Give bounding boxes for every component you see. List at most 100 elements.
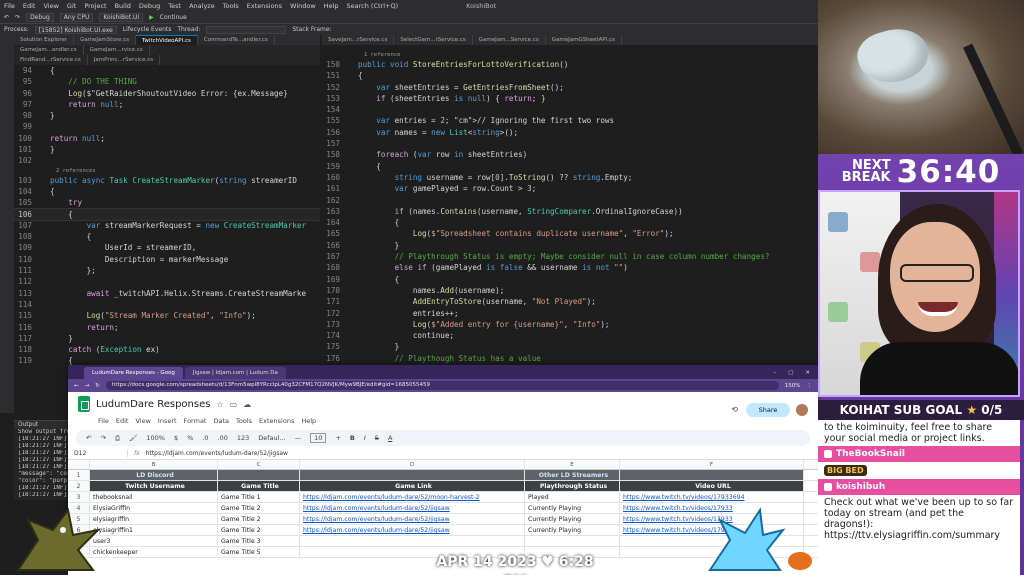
code-line[interactable]: 152 var sheetEntries = GetEntriesFromShe… (322, 82, 818, 93)
strikethrough-button[interactable]: S (375, 434, 379, 442)
startup-project-dropdown[interactable]: KoishiBot.UI (99, 12, 144, 22)
code-line[interactable]: 166 } (322, 240, 818, 251)
cell[interactable] (218, 470, 300, 480)
ide-menu-item[interactable]: Window (290, 2, 316, 10)
fold-gutter[interactable] (38, 65, 50, 76)
fold-gutter[interactable] (38, 99, 50, 110)
fold-gutter[interactable] (346, 70, 358, 81)
code-line[interactable]: 118 catch (Exception ex) (14, 344, 320, 355)
thread-dropdown[interactable] (206, 25, 287, 34)
cell[interactable] (300, 470, 525, 480)
cell[interactable]: Game Title 2 (218, 525, 300, 535)
font-size-decrease-button[interactable]: — (295, 434, 302, 442)
editor-tab[interactable]: GameJam...Service.cs (473, 35, 546, 45)
editor-tab[interactable]: GameJam...andler.cs (14, 45, 84, 55)
cell[interactable]: Game Title 3 (218, 536, 300, 546)
cell[interactable]: elysiagriffin (90, 514, 218, 524)
ide-menu-item[interactable]: Project (84, 2, 106, 10)
code-line[interactable]: 160 string username = row[0].ToString() … (322, 172, 818, 183)
code-line[interactable]: 108 { (14, 231, 320, 242)
cell[interactable]: Currently Playing (525, 514, 620, 524)
cell[interactable] (525, 536, 620, 546)
code-line[interactable]: 101} (14, 144, 320, 155)
editor-tab[interactable]: GameJamGSheetAPI.cs (546, 35, 622, 45)
code-line[interactable]: 175 } (322, 341, 818, 352)
sheet-menu-item[interactable]: View (135, 416, 150, 428)
fold-gutter[interactable] (38, 155, 50, 166)
config-dropdown[interactable]: Debug (26, 12, 54, 22)
cell[interactable]: https://ldjam.com/events/ludum-dare/52/j… (300, 514, 525, 524)
cell[interactable]: elysiagriffin1 (90, 525, 218, 535)
fold-gutter[interactable] (38, 197, 50, 208)
code-line[interactable]: 110 Description = markerMessage (14, 254, 320, 265)
text-color-button[interactable]: A (388, 434, 392, 442)
code-line[interactable]: 157 (322, 138, 818, 149)
cell[interactable]: Twitch Username (90, 481, 218, 491)
maximize-icon[interactable]: ▢ (788, 367, 793, 379)
code-line[interactable]: 96 Log($"GetRaiderShoutoutVideo Error: {… (14, 88, 320, 99)
fold-gutter[interactable] (38, 322, 50, 333)
cell[interactable]: Currently Playing (525, 525, 620, 535)
code-line[interactable]: 171 AddEntryToStore(username, "Not Playe… (322, 296, 818, 307)
google-sheets-icon[interactable] (78, 396, 90, 412)
fold-gutter[interactable] (346, 149, 358, 160)
code-line[interactable]: 100 return null; (14, 133, 320, 144)
fold-gutter[interactable] (38, 265, 50, 276)
menu-dots-icon[interactable]: ⋮ (807, 383, 813, 389)
code-line[interactable]: 115 Log("Stream Marker Created", "Info")… (14, 310, 320, 321)
print-icon[interactable]: ⎙ (115, 434, 120, 443)
code-line[interactable]: 165 Log($"Spreadsheet contains duplicate… (322, 228, 818, 239)
ide-menu-item[interactable]: Tools (223, 2, 239, 10)
code-line[interactable]: 113 await _twitchAPI.Helix.Streams.Creat… (14, 288, 320, 299)
column-header-b[interactable]: B (90, 460, 218, 469)
cell[interactable]: https://ldjam.com/events/ludum-dare/52/m… (300, 492, 525, 502)
cell[interactable]: user3 (90, 536, 218, 546)
fold-gutter[interactable] (38, 310, 50, 321)
code-line[interactable]: 167 // Playthrough Status is empty; Mayb… (322, 251, 818, 262)
font-size-increase-button[interactable]: + (335, 434, 340, 442)
ide-menu-item[interactable]: Build (115, 2, 131, 10)
code-line[interactable]: 111 }; (14, 265, 320, 276)
fold-gutter[interactable] (346, 285, 358, 296)
fold-gutter[interactable] (38, 288, 50, 299)
fold-gutter[interactable] (346, 262, 358, 273)
left-code-editor[interactable]: 94{95 // DO THE THING 96 Log($"GetRaiderS… (14, 65, 320, 413)
fold-gutter[interactable] (38, 276, 50, 287)
code-line[interactable]: 112 (14, 276, 320, 287)
row-header[interactable]: 1 (68, 470, 90, 480)
redo-icon[interactable]: ↷ (15, 14, 20, 21)
fold-gutter[interactable] (346, 138, 358, 149)
ide-menu-item[interactable]: File (4, 2, 15, 10)
redo-icon[interactable]: ↷ (100, 434, 105, 442)
code-line[interactable]: 95 // DO THE THING (14, 76, 320, 87)
fold-gutter[interactable] (346, 308, 358, 319)
column-header-c[interactable]: C (218, 460, 300, 469)
ide-menu-item[interactable]: Help (324, 2, 339, 10)
code-line[interactable]: 109 UserId = streamerID, (14, 242, 320, 253)
move-folder-icon[interactable]: ▭ (230, 400, 238, 409)
zoom-dropdown[interactable]: 100% (146, 434, 165, 442)
font-size-input[interactable]: 10 (310, 433, 327, 443)
editor-tab[interactable]: Solution Explorer (14, 35, 75, 45)
lifecycle-events-button[interactable]: Lifecycle Events (123, 26, 172, 33)
cell[interactable]: Game Link (300, 481, 525, 491)
percent-button[interactable]: % (187, 434, 193, 442)
fold-gutter[interactable] (346, 330, 358, 341)
code-line[interactable]: 150 public void StoreEntriesForLottoVerif… (322, 59, 818, 70)
cell[interactable]: Video URL (620, 481, 804, 491)
continue-icon[interactable]: ▶ (149, 14, 154, 21)
fold-gutter[interactable] (346, 93, 358, 104)
code-line[interactable]: 105 try (14, 197, 320, 208)
font-dropdown[interactable]: Defaul... (258, 434, 285, 442)
cell[interactable]: Game Title 5 (218, 547, 300, 557)
currency-button[interactable]: $ (174, 434, 178, 442)
name-box[interactable]: D12 (68, 450, 128, 457)
code-line[interactable]: 153 if (sheetEntries is null) { return; … (322, 93, 818, 104)
ide-menu-item[interactable]: View (43, 2, 58, 10)
row-header[interactable]: 2 (68, 481, 90, 491)
continue-button[interactable]: Continue (160, 14, 187, 21)
fold-gutter[interactable] (346, 240, 358, 251)
sheet-title[interactable]: LudumDare Responses (96, 399, 210, 410)
fold-gutter[interactable] (346, 217, 358, 228)
code-line[interactable]: 117 } (14, 333, 320, 344)
